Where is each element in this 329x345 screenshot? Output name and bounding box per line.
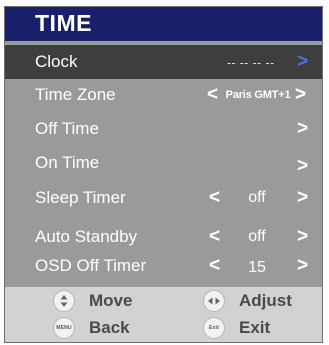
exit-button-icon: Exit (203, 317, 225, 339)
title-bar: TIME (5, 7, 322, 41)
sleep-timer-value: off (248, 189, 266, 206)
left-right-icon (203, 290, 225, 312)
chevron-right-icon[interactable]: > (297, 51, 308, 73)
menu-item-osd-off-timer[interactable]: OSD Off Timer < 15 > (5, 249, 322, 283)
auto-standby-value: off (248, 228, 266, 245)
hint-label: Back (89, 318, 130, 337)
menu-item-sleep-timer[interactable]: Sleep Timer < off > (5, 181, 322, 215)
chevron-right-icon[interactable]: > (295, 84, 306, 106)
time-settings-menu: TIME Clock -- -- -- -- > Time Zone < Par… (4, 6, 323, 343)
hint-label: Adjust (239, 291, 292, 310)
menu-item-label: On Time (35, 153, 100, 172)
menu-item-time-zone[interactable]: Time Zone < Paris GMT+1 > (5, 78, 322, 112)
menu-item-clock[interactable]: Clock -- -- -- -- > (5, 45, 322, 79)
menu-item-label: Auto Standby (35, 227, 138, 246)
hint-exit: Exit Exit (203, 317, 270, 339)
button-hints-bar: Move Adjust MENU Back Exit Exit (5, 287, 322, 342)
up-down-icon (53, 290, 75, 312)
menu-item-label: Sleep Timer (35, 188, 126, 207)
menu-item-label: Clock (35, 52, 78, 71)
menu-item-label: Time Zone (35, 85, 116, 104)
time-zone-value: Paris GMT+1 (225, 89, 291, 101)
menu-button-icon: MENU (53, 317, 75, 339)
chevron-right-icon[interactable]: > (297, 118, 308, 140)
chevron-right-icon[interactable]: > (297, 226, 308, 248)
osd-off-timer-value: 15 (248, 258, 266, 276)
menu-title: TIME (35, 10, 92, 36)
clock-value: -- -- -- -- (227, 55, 275, 70)
chevron-left-icon[interactable]: < (207, 84, 218, 106)
hint-back: MENU Back (53, 317, 130, 339)
chevron-right-icon[interactable]: > (297, 187, 308, 209)
menu-item-off-time[interactable]: Off Time > (5, 112, 322, 146)
hint-label: Exit (239, 318, 271, 337)
chevron-right-icon[interactable]: > (297, 255, 308, 277)
menu-item-label: OSD Off Timer (35, 256, 147, 275)
hint-adjust: Adjust (203, 290, 292, 312)
hint-label: Move (89, 291, 133, 310)
chevron-right-icon[interactable]: > (297, 155, 308, 177)
menu-item-on-time[interactable]: On Time > (5, 146, 322, 180)
hint-move: Move (53, 290, 132, 312)
menu-item-label: Off Time (35, 119, 99, 138)
